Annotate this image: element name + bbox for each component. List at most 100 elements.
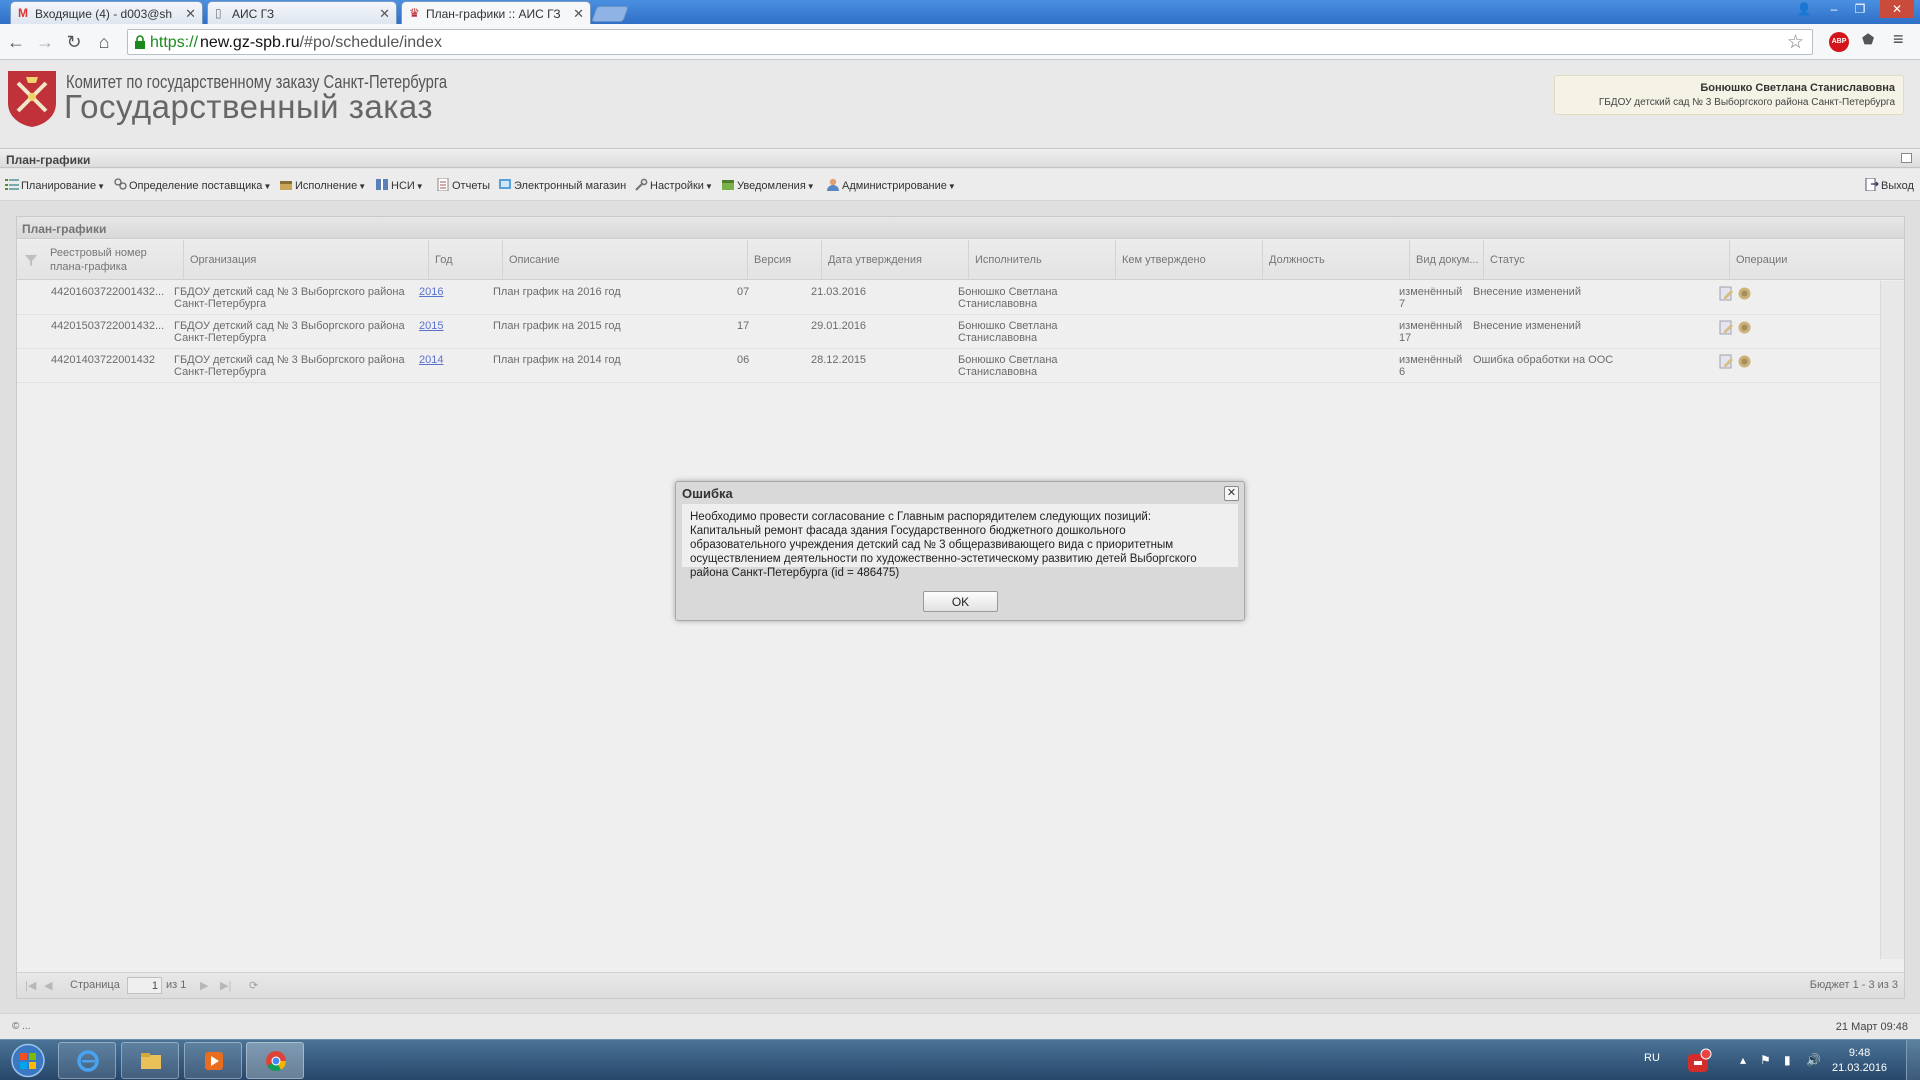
menu-supplier[interactable]: Определение поставщика▼	[113, 178, 271, 192]
url-protocol: https://	[150, 34, 199, 51]
lock-icon	[135, 35, 145, 49]
list-icon	[5, 179, 19, 190]
clock-time: 9:48	[1848, 1047, 1871, 1059]
reload-icon[interactable]: ↻	[62, 30, 86, 54]
tab-close-icon[interactable]: ✕	[573, 6, 584, 22]
gmail-icon: M	[18, 6, 28, 20]
taskbar-chrome[interactable]	[246, 1042, 304, 1079]
wrench-icon	[635, 178, 648, 191]
logout-label: Выход	[1881, 180, 1914, 192]
menu-settings[interactable]: Настройки▼	[634, 178, 713, 192]
coat-of-arms-logo	[8, 71, 56, 127]
url-path: /#po/schedule/index	[299, 34, 442, 51]
show-hidden-icons-icon[interactable]: ▴	[1740, 1053, 1746, 1067]
menu-label: Планирование	[21, 180, 97, 192]
tab-schedules[interactable]: ♛ План-графики :: АИС ГЗ ✕	[401, 1, 591, 25]
menu-label: Настройки	[650, 180, 704, 192]
folder-icon	[141, 1053, 161, 1069]
forward-icon[interactable]: →	[33, 30, 57, 54]
tab-gmail[interactable]: M Входящие (4) - d003@sh ✕	[10, 1, 203, 24]
media-player-icon	[205, 1052, 223, 1070]
dialog-message-line: Необходимо провести согласование с Главн…	[690, 511, 1152, 523]
menu-label: Уведомления	[737, 180, 806, 192]
menu-administration[interactable]: Администрирование▼	[826, 178, 956, 192]
dialog-message: Необходимо провести согласование с Главн…	[682, 504, 1238, 579]
back-icon[interactable]: ←	[4, 30, 28, 54]
browser-tab-strip: M Входящие (4) - d003@sh ✕ ▯ АИС ГЗ ✕ ♛ …	[0, 0, 1920, 25]
clock-date: 21.03.2016	[1832, 1062, 1888, 1074]
restore-icon[interactable]: ❐	[1848, 0, 1872, 18]
network-icon[interactable]: ▮	[1784, 1053, 1791, 1067]
bookmark-star-icon[interactable]: ☆	[1787, 31, 1804, 54]
dialog-title: Ошибка	[682, 486, 733, 501]
panel-title: План-графики	[6, 153, 91, 167]
adblock-icon[interactable]: ABP	[1829, 32, 1849, 52]
tray-clock[interactable]: 9:48 21.03.2016	[1832, 1046, 1887, 1076]
url-text: new.gz-spb.ru/#po/schedule/index	[200, 34, 442, 52]
panel-header: План-графики	[0, 148, 1920, 168]
browser-toolbar: ← → ↻ ⌂ https:// new.gz-spb.ru/#po/sched…	[0, 24, 1920, 60]
profile-icon[interactable]: 👤	[1792, 0, 1816, 18]
people-icon	[114, 178, 127, 190]
exit-icon	[1865, 178, 1879, 191]
ok-button[interactable]: OK	[923, 591, 998, 612]
windows-taskbar: RU ▴ ⚑ ▮ 🔊 9:48 21.03.2016	[0, 1039, 1920, 1080]
volume-icon[interactable]: 🔊	[1806, 1053, 1821, 1067]
menu-label: Исполнение	[295, 180, 358, 192]
menu-nsi[interactable]: НСИ▼	[375, 178, 424, 192]
show-desktop-button[interactable]	[1906, 1040, 1920, 1080]
new-tab-button[interactable]	[591, 6, 629, 22]
user-info-box: Бонюшко Светлана Станиславовна ГБДОУ дет…	[1554, 75, 1904, 115]
menu-label: НСИ	[391, 180, 415, 192]
menu-label: Отчеты	[452, 180, 491, 192]
chevron-down-icon: ▼	[806, 182, 815, 191]
action-center-icon[interactable]: ⚑	[1760, 1053, 1771, 1067]
chevron-down-icon: ▼	[947, 182, 956, 191]
tab-close-icon[interactable]: ✕	[185, 6, 196, 22]
chevron-down-icon: ▼	[97, 182, 105, 191]
taskbar-ie[interactable]	[58, 1042, 116, 1079]
report-icon	[437, 178, 449, 191]
tab-ais-gz[interactable]: ▯ АИС ГЗ ✕	[207, 1, 397, 24]
input-language[interactable]: RU	[1644, 1052, 1660, 1064]
error-dialog: Ошибка ✕ Необходимо провести согласовани…	[675, 481, 1245, 621]
windows-start-icon[interactable]	[4, 1041, 52, 1080]
antivirus-tray-icon[interactable]	[1686, 1048, 1712, 1074]
close-icon[interactable]: ✕	[1224, 486, 1239, 501]
chevron-down-icon: ▼	[263, 182, 272, 191]
home-icon[interactable]: ⌂	[92, 30, 116, 54]
site-header: Комитет по государственному заказу Санкт…	[0, 61, 1920, 147]
browser-menu-icon[interactable]: ≡	[1893, 29, 1904, 50]
collapse-icon[interactable]	[1901, 153, 1912, 163]
chevron-down-icon: ▼	[415, 182, 424, 191]
menu-planning[interactable]: Планирование▼	[5, 178, 105, 192]
internet-explorer-icon	[77, 1050, 99, 1072]
menu-label: Определение поставщика	[129, 180, 263, 192]
dialog-message-line: района Санкт-Петербурга (id = 486475)	[690, 567, 900, 579]
chevron-down-icon: ▼	[704, 182, 713, 191]
tab-close-icon[interactable]: ✕	[379, 6, 390, 22]
close-window-icon[interactable]: ✕	[1880, 0, 1914, 18]
menu-eshop[interactable]: Электронный магазин	[498, 178, 626, 192]
chrome-icon	[266, 1051, 287, 1072]
footer-copyright: © ...	[12, 1021, 31, 1032]
menu-reports[interactable]: Отчеты	[436, 178, 490, 192]
extension-icon[interactable]: ⬟	[1862, 31, 1874, 48]
url-host: new.gz-spb.ru	[200, 34, 300, 51]
logout-button[interactable]: Выход	[1865, 178, 1914, 192]
taskbar-explorer[interactable]	[121, 1042, 179, 1079]
calendar-icon	[722, 180, 734, 190]
menu-execution[interactable]: Исполнение▼	[279, 178, 366, 192]
address-bar[interactable]: https:// new.gz-spb.ru/#po/schedule/inde…	[127, 29, 1813, 55]
taskbar-media-player[interactable]	[184, 1042, 242, 1079]
menu-label: Электронный магазин	[514, 180, 627, 192]
minimize-icon[interactable]: –	[1822, 0, 1846, 18]
page-icon: ▯	[215, 6, 222, 20]
menu-label: Администрирование	[842, 180, 947, 192]
app-footer: © ... 21 Март 09:48	[0, 1013, 1920, 1039]
menu-notifications[interactable]: Уведомления▼	[721, 178, 815, 192]
tab-label: АИС ГЗ	[232, 7, 275, 21]
footer-datetime: 21 Март 09:48	[1835, 1021, 1908, 1033]
site-title: Государственный заказ	[64, 88, 434, 125]
chevron-down-icon: ▼	[358, 182, 367, 191]
